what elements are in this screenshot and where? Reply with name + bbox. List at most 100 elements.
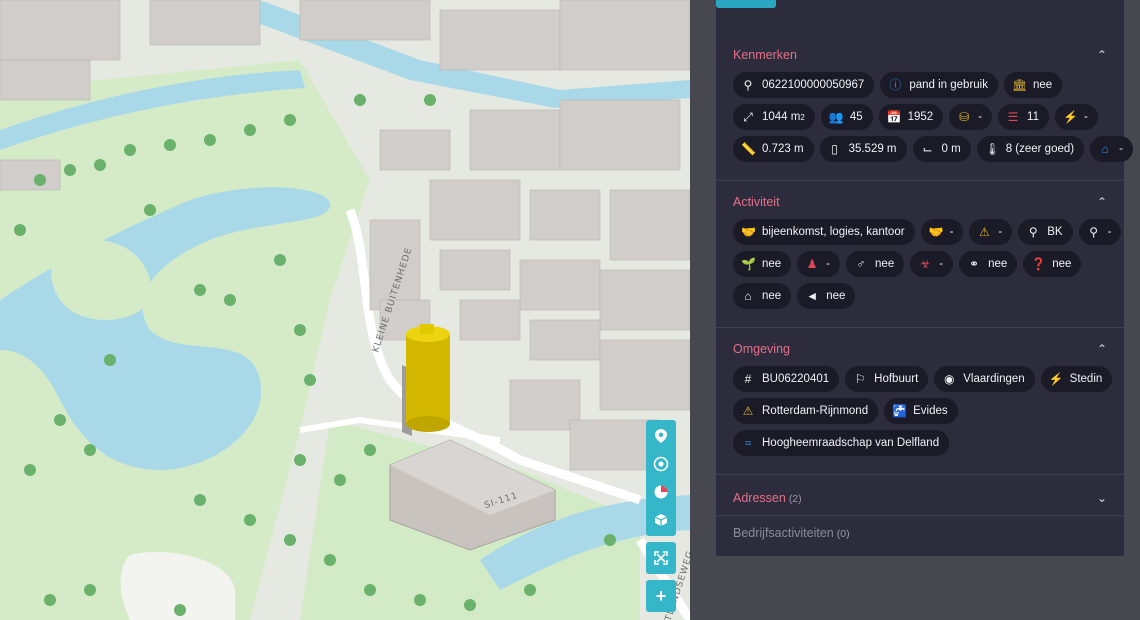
location-pin-icon[interactable] — [646, 422, 676, 450]
chip-waterschap: ≈ Hoogheemraadschap van Delfland — [733, 430, 950, 456]
male-icon: ♂ — [856, 257, 866, 271]
biohazard-icon: ☣ — [919, 257, 931, 271]
pin-icon: ⚲ — [1028, 225, 1038, 239]
section-title: Bedrijfsactiviteiten — [733, 526, 834, 540]
chip-link: ⚭ nee — [959, 251, 1018, 277]
info-panel: Kenmerken ⌃ ⚲ 0622100000050967 ⓘ pand in g… — [716, 0, 1133, 556]
map-tool-group — [646, 420, 676, 536]
section-title: Omgeving — [733, 342, 790, 356]
height-icon: ▯ — [831, 142, 838, 156]
chip-usage-2: 🤝 - — [920, 219, 964, 245]
chip-biohazard: ☣ - — [910, 251, 954, 277]
house-water-icon: ⌂ — [1101, 142, 1109, 156]
ruler-icon: 📏 — [741, 142, 756, 156]
chip-flood: ⌂ - — [1090, 136, 1133, 162]
warning-icon: ⚠ — [742, 404, 754, 418]
help-circle-icon: ⓘ — [889, 78, 902, 92]
chip-netbeheerder: ⚡ Stedin — [1040, 366, 1113, 392]
home-icon: ⌂ — [744, 289, 752, 303]
chip-pin: ⚲ - — [1078, 219, 1122, 245]
help-icon: ❓ — [1031, 257, 1047, 271]
section-title: Activiteit — [733, 195, 780, 209]
section-title: Kenmerken — [733, 48, 797, 62]
zoom-in-icon[interactable]: + — [646, 582, 676, 610]
handshake-icon: 🤝 — [928, 225, 944, 239]
chip-pand-id: ⚲ 0622100000050967 — [733, 72, 875, 98]
map-controls: + — [646, 420, 676, 618]
section-header-omgeving[interactable]: Omgeving ⌃ — [716, 334, 1124, 364]
binoculars-icon: ◉ — [944, 372, 955, 386]
plug-icon: ⚡ — [1063, 110, 1078, 124]
monument-icon: 🏛 — [1012, 78, 1028, 92]
people-icon: 👥 — [828, 110, 844, 124]
chip-buurt: ⚐ Hofbuurt — [845, 366, 929, 392]
chip-plant: 🌱 nee — [733, 251, 792, 277]
calendar-icon: 📅 — [886, 110, 902, 124]
chip-warning: ⚠ - — [969, 219, 1013, 245]
coins-icon: ⛁ — [959, 110, 970, 124]
section-omgeving: Omgeving ⌃ # BU06220401 ⚐ Hofbuurt ◉ Vlaard… — [716, 334, 1124, 475]
fullscreen-icon[interactable] — [646, 544, 676, 572]
section-bedrijfsactiviteiten: Bedrijfsactiviteiten (0) — [716, 516, 1124, 550]
thermometer-icon: 🌡 — [984, 142, 1000, 156]
chip-people: 👥 45 — [820, 104, 873, 130]
chip-floor: ⌙ 0 m — [912, 136, 971, 162]
zoom-group: + — [646, 580, 676, 612]
chip-layers: ☰ 11 — [998, 104, 1049, 130]
bolt-icon: ⚡ — [1048, 372, 1064, 386]
cube-icon[interactable] — [646, 506, 676, 534]
warning-icon: ⚠ — [979, 225, 990, 239]
chip-help: ❓ nee — [1023, 251, 1082, 277]
chevron-up-icon[interactable]: ⌃ — [1097, 195, 1107, 209]
section-header-kenmerken[interactable]: Kenmerken ⌃ — [716, 40, 1124, 70]
section-title: Adressen — [733, 491, 786, 505]
chevron-up-icon[interactable]: ⌃ — [1097, 48, 1107, 62]
hash-icon: # — [744, 372, 752, 386]
chip-status: ⓘ pand in gebruik — [880, 72, 998, 98]
chip-energy: ⛁ - — [949, 104, 993, 130]
chevron-up-icon[interactable]: ⌃ — [1097, 342, 1107, 356]
resize-arrow-icon: ⤢ — [743, 110, 753, 124]
chip-person: ♟ - — [797, 251, 841, 277]
chip-waterbedrijf: 🚰 Evides — [884, 398, 958, 424]
section-count: (0) — [836, 528, 850, 540]
chip-ruler: 📏 0.723 m — [733, 136, 814, 162]
handshake-icon: 🤝 — [741, 225, 756, 239]
plant-icon: 🌱 — [741, 257, 756, 271]
target-icon[interactable] — [646, 450, 676, 478]
chip-home: ⌂ nee — [733, 283, 792, 309]
chip-year: 📅 1952 — [878, 104, 944, 130]
section-count: (2) — [788, 493, 802, 505]
link-icon: ⚭ — [969, 257, 980, 271]
chip-plug: ⚡ - — [1055, 104, 1098, 130]
section-adressen: Adressen (2) ⌄ — [716, 481, 1124, 516]
chip-bk: ⚲ BK — [1018, 219, 1073, 245]
panel-top-button[interactable] — [716, 0, 776, 8]
water-waves-icon: ≈ — [744, 436, 752, 450]
chip-car: ◄ nee — [797, 283, 856, 309]
chevron-down-icon[interactable]: ⌄ — [1097, 491, 1107, 505]
chip-gemeente: ◉ Vlaardingen — [934, 366, 1035, 392]
compass-icon[interactable] — [646, 478, 676, 506]
chip-area: ⤢ 1044 m2 — [733, 104, 815, 130]
chip-monument: 🏛 nee — [1004, 72, 1063, 98]
pin-icon: ⚲ — [1089, 225, 1098, 239]
chip-buurt-code: # BU06220401 — [733, 366, 840, 392]
layers-icon: ☰ — [1007, 110, 1019, 124]
chip-usage: 🤝 bijeenkomst, logies, kantoor — [733, 219, 915, 245]
tag-icon: ⚲ — [743, 78, 753, 92]
chip-male: ♂ nee — [846, 251, 905, 277]
floor-icon: ⌙ — [922, 142, 933, 156]
car-icon: ◄ — [806, 289, 819, 303]
fullscreen-group — [646, 542, 676, 574]
section-header-activiteit[interactable]: Activiteit ⌃ — [716, 187, 1124, 217]
section-activiteit: Activiteit ⌃ 🤝 bijeenkomst, logies, kanto… — [716, 187, 1124, 328]
tap-icon: 🚰 — [892, 404, 908, 418]
chip-quality: 🌡 8 (zeer goed) — [976, 136, 1085, 162]
section-kenmerken: Kenmerken ⌃ ⚲ 0622100000050967 ⓘ pand in g… — [716, 40, 1133, 181]
flag-icon: ⚐ — [854, 372, 866, 386]
section-header-adressen[interactable]: Adressen (2) ⌄ — [716, 481, 1124, 515]
section-header-bedrijfsactiviteiten[interactable]: Bedrijfsactiviteiten (0) — [716, 516, 1124, 550]
chip-veiligheidsregio: ⚠ Rotterdam-Rijnmond — [733, 398, 879, 424]
chip-height: ▯ 35.529 m — [819, 136, 907, 162]
